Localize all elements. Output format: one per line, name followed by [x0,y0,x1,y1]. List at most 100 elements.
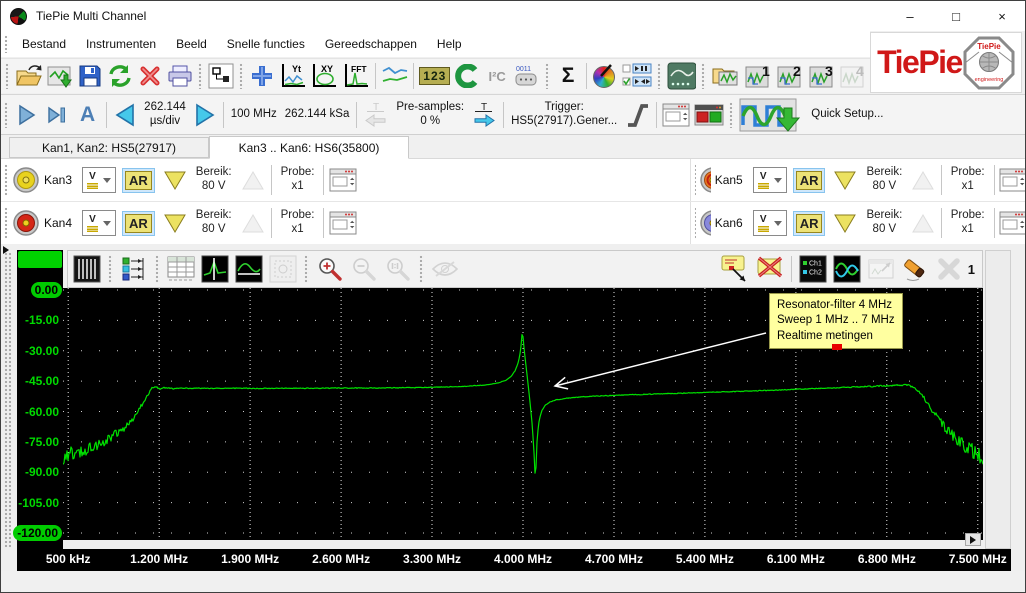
menu-gereedschappen[interactable]: Gereedschappen [315,37,427,51]
quick-setting-1[interactable]: 1 [743,60,775,92]
timebase-increase-icon[interactable] [190,99,220,131]
i2c-analyzer-icon[interactable]: I²C [482,60,512,92]
coupling-select[interactable]: V [753,167,787,193]
maximize-button[interactable]: □ [933,1,979,31]
fft-graph-icon[interactable]: FFT [340,60,372,92]
toolbar-grip[interactable] [198,63,203,89]
tab-hs6[interactable]: Kan3 .. Kan6: HS6(35800) [209,136,409,159]
zoom-in-icon[interactable] [314,252,346,286]
axis-offset-icon[interactable] [118,252,150,286]
quick-setting-3[interactable]: 3 [807,60,839,92]
toolbar-grip[interactable] [701,63,706,89]
comment-marker[interactable] [832,344,842,350]
eraser-icon[interactable] [899,252,931,286]
add-comment-icon[interactable] [720,252,752,286]
yt-graph-icon[interactable]: Yt [277,60,309,92]
presamples-increase-icon[interactable]: T [468,99,500,131]
menu-help[interactable]: Help [427,37,472,51]
channel-enable-icon[interactable] [692,99,726,131]
toolbar-grip[interactable] [108,255,113,283]
quick-setup-icon[interactable] [737,99,807,131]
coupling-select[interactable]: V [82,167,116,193]
coupling-select[interactable]: V [753,210,787,236]
autorange-button[interactable]: AR [796,171,823,190]
trigger-source[interactable]: Trigger:HS5(27917).Gener... [507,101,621,128]
axis-color-header[interactable] [18,251,62,268]
toolbar-grip[interactable] [4,207,9,239]
minimize-button[interactable]: – [887,1,933,31]
binary-io-icon[interactable]: 0011 [512,60,542,92]
save-icon[interactable] [75,60,105,92]
sum-icon[interactable]: Σ [553,60,583,92]
channel-settings-icon[interactable] [997,207,1026,239]
trigger-edge-icon[interactable] [621,99,653,131]
add-graph-icon[interactable] [247,60,277,92]
menu-snelle-functies[interactable]: Snelle functies [217,37,315,51]
import-measurement-icon[interactable] [45,60,75,92]
coupling-select[interactable]: V [82,210,116,236]
toolbar-grip[interactable] [4,35,9,53]
range-down-icon[interactable] [160,164,190,196]
quick-setting-2[interactable]: 2 [775,60,807,92]
toolbar-grip[interactable] [155,255,160,283]
range-down-icon[interactable] [830,207,860,239]
one-shot-icon[interactable] [42,99,72,131]
toolbar-grip[interactable] [304,255,309,283]
toolbar-grip[interactable] [694,207,696,239]
scroll-corner-button[interactable] [965,533,981,546]
meter-icon[interactable]: 123 [417,60,452,92]
toolbar-grip[interactable] [239,63,244,89]
legend-icon[interactable]: Ch1Ch2 [797,252,829,286]
graph-panel-grip[interactable] [4,252,11,548]
quick-setup-label[interactable]: Quick Setup... [807,108,887,122]
table-icon[interactable] [165,252,197,286]
range-down-icon[interactable] [160,207,190,239]
panel-collapse-icon[interactable] [3,246,9,254]
grid-icon[interactable] [71,252,103,286]
autorange-button[interactable]: AR [125,171,152,190]
toolbar-grip[interactable] [4,164,9,196]
trigger-settings-icon[interactable] [660,99,692,131]
toolbar-grip[interactable] [657,63,662,89]
xy-graph-icon[interactable]: XY [308,60,340,92]
auto-setup-icon[interactable]: A [72,99,103,131]
comment-note[interactable]: Resonator-filter 4 MHz Sweep 1 MHz .. 7 … [769,293,903,349]
menu-bestand[interactable]: Bestand [12,37,76,51]
autorange-button[interactable]: AR [125,214,152,233]
toolbar-grip[interactable] [4,102,9,128]
channel-settings-icon[interactable] [327,207,359,239]
toolbar-grip[interactable] [729,102,734,128]
horizontal-cursor-icon[interactable] [233,252,265,286]
toolbar-grip[interactable] [694,164,696,196]
autorange-button[interactable]: AR [796,214,823,233]
playback-control-icon[interactable] [620,60,654,92]
range-down-icon[interactable] [830,164,860,196]
menu-instrumenten[interactable]: Instrumenten [76,37,166,51]
refresh-icon[interactable] [105,60,135,92]
open-file-icon[interactable] [13,60,45,92]
plot-canvas[interactable]: Resonator-filter 4 MHz Sweep 1 MHz .. 7 … [63,288,983,540]
object-tree-icon[interactable] [206,60,236,92]
waveforms-icon[interactable] [831,252,863,286]
graph-display-icon[interactable] [665,60,699,92]
x-axis[interactable]: 500 kHz1.200 MHz1.900 MHz2.600 MHz3.300 … [17,549,1011,571]
toolbar-grip[interactable] [419,255,424,283]
channel-settings-icon[interactable] [327,164,359,196]
channel-settings-icon[interactable] [997,164,1026,196]
color-settings-icon[interactable] [590,60,620,92]
vertical-cursor-icon[interactable] [199,252,231,286]
delete-icon[interactable] [135,60,165,92]
capacity-meter-icon[interactable] [452,60,482,92]
delete-comment-icon[interactable] [754,252,786,286]
open-setting-icon[interactable] [709,60,743,92]
tab-hs5[interactable]: Kan1, Kan2: HS5(27917) [9,137,209,158]
y-axis[interactable]: 0.00-15.00-30.00-45.00-60.00-75.00-90.00… [17,250,63,549]
start-measurement-icon[interactable] [12,99,42,131]
menu-beeld[interactable]: Beeld [166,37,217,51]
toolbar-grip[interactable] [5,63,10,89]
toolbar-grip[interactable] [545,63,550,89]
line-graph-icon[interactable] [379,60,411,92]
close-button[interactable]: × [979,1,1025,31]
print-icon[interactable] [165,60,195,92]
timebase-decrease-icon[interactable] [110,99,140,131]
